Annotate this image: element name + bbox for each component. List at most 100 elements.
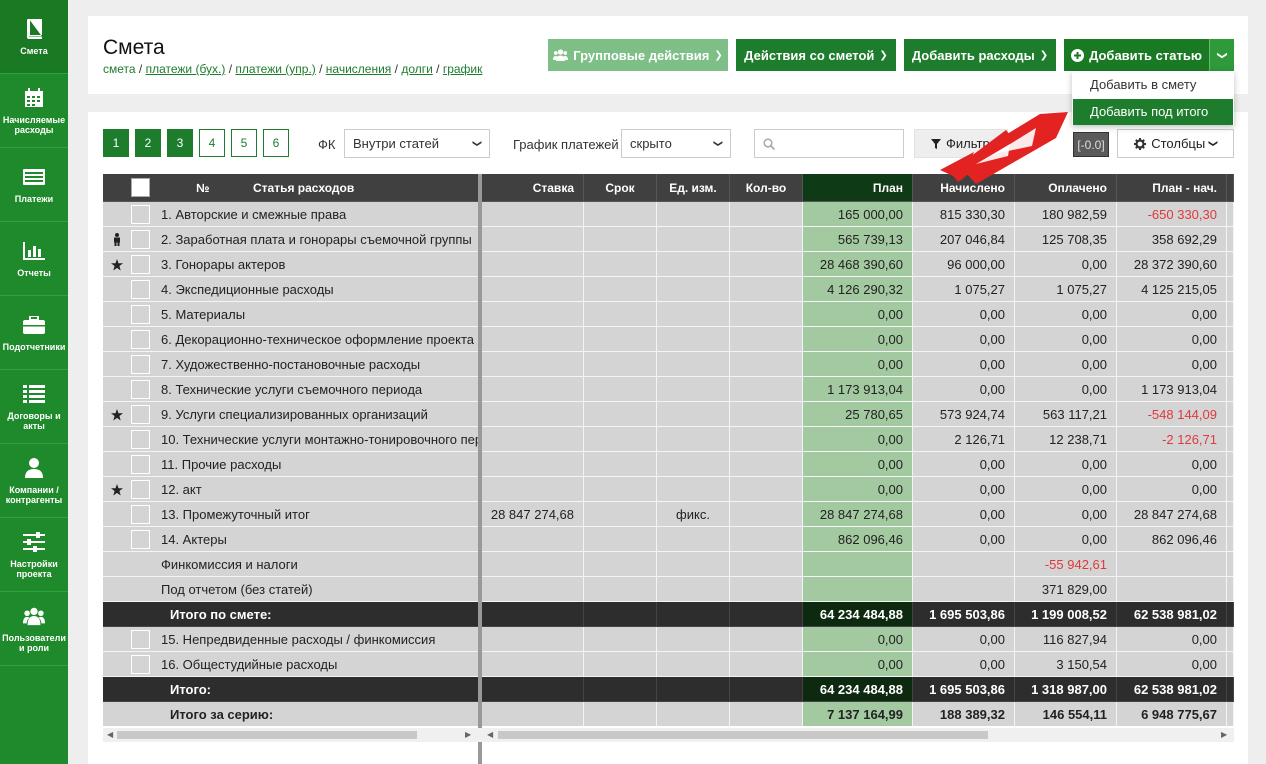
select-all-checkbox[interactable] <box>131 178 150 197</box>
page-button[interactable]: 1 <box>103 129 129 157</box>
breadcrumb-link[interactable]: график <box>443 62 483 76</box>
table-row[interactable]: 6. Декорационно-техническое оформление п… <box>103 327 1234 352</box>
sidebar-item[interactable]: Настройки проекта <box>0 518 68 592</box>
sidebar-item[interactable]: Компании / контрагенты <box>0 444 68 518</box>
row-checkbox[interactable] <box>131 305 150 324</box>
paid-cell: -55 942,61 <box>1015 552 1117 577</box>
sidebar-item[interactable]: Договоры и акты <box>0 370 68 444</box>
table-row[interactable]: 9. Услуги специализированных организаций… <box>103 402 1234 427</box>
extra-cell <box>1227 452 1234 477</box>
breadcrumb-link[interactable]: платежи (бух.) <box>146 62 226 76</box>
breadcrumb-link[interactable]: платежи (упр.) <box>235 62 315 76</box>
group-actions-button[interactable]: Групповые действия ❯ <box>548 39 728 71</box>
total-plan-minus-accrued: 62 538 981,02 <box>1117 602 1227 627</box>
table-row[interactable]: 12. акт 0,00 0,00 0,00 0,00 <box>103 477 1234 502</box>
plus-circle-icon <box>1071 48 1085 62</box>
row-checkbox[interactable] <box>131 430 150 449</box>
paid-cell: 0,00 <box>1015 527 1117 552</box>
unit-cell: фикс. <box>657 502 730 527</box>
page-button[interactable]: 6 <box>263 129 289 157</box>
article-cell: 5. Материалы <box>103 302 480 327</box>
add-article-button[interactable]: Добавить статью <box>1064 39 1209 71</box>
payment-schedule-select[interactable]: скрыто ❯ <box>621 129 731 158</box>
row-checkbox[interactable] <box>131 655 150 674</box>
left-scrollbar-thumb[interactable] <box>117 731 417 739</box>
table-row[interactable]: Под отчетом (без статей) 371 829,00 <box>103 577 1234 602</box>
table-row[interactable]: 15. Непредвиденные расходы / финкомиссия… <box>103 627 1234 652</box>
table-row[interactable]: 11. Прочие расходы 0,00 0,00 0,00 0,00 <box>103 452 1234 477</box>
page-button[interactable]: 2 <box>135 129 161 157</box>
sidebar-item[interactable]: Пользователи и роли <box>0 592 68 666</box>
fk-select[interactable]: Внутри статей ❯ <box>344 129 490 158</box>
sidebar-item[interactable]: Платежи <box>0 148 68 222</box>
table-row[interactable]: 10. Технические услуги монтажно-тонирово… <box>103 427 1234 452</box>
scroll-right-arrow-icon[interactable]: ▶ <box>465 728 471 742</box>
row-marker <box>103 277 131 301</box>
columns-button[interactable]: Столбцы ❯ <box>1117 129 1234 158</box>
row-checkbox[interactable] <box>131 480 150 499</box>
table-row[interactable]: 2. Заработная плата и гонорары съемочной… <box>103 227 1234 252</box>
table-row[interactable]: 4. Экспедиционные расходы 4 126 290,32 1 0… <box>103 277 1234 302</box>
table-row[interactable]: 16. Общестудийные расходы 0,00 0,00 3 150,5… <box>103 652 1234 677</box>
row-checkbox[interactable] <box>131 380 150 399</box>
unit-cell <box>657 302 730 327</box>
sidebar-item[interactable]: Подотчетники <box>0 296 68 370</box>
right-scrollbar-thumb[interactable] <box>498 731 988 739</box>
plan-cell: 862 096,46 <box>803 527 913 552</box>
row-checkbox[interactable] <box>131 455 150 474</box>
rate-cell <box>480 227 584 252</box>
table-row[interactable]: 14. Актеры 862 096,46 0,00 0,00 862 096,46 <box>103 527 1234 552</box>
add-article-dropdown-toggle[interactable]: ❯ <box>1209 39 1234 71</box>
total-paid: 146 554,11 <box>1015 702 1117 726</box>
scroll-right-arrow-icon[interactable]: ▶ <box>1221 728 1227 742</box>
qty-cell <box>730 377 803 402</box>
dropdown-item-add-to-estimate[interactable]: Добавить в смету <box>1073 72 1233 98</box>
breadcrumb-link[interactable]: начисления <box>326 62 392 76</box>
row-checkbox[interactable] <box>131 630 150 649</box>
row-checkbox[interactable] <box>131 205 150 224</box>
sidebar-item[interactable]: Начисляемые расходы <box>0 74 68 148</box>
frozen-column-divider[interactable] <box>478 174 482 764</box>
plan-cell: 165 000,00 <box>803 202 913 227</box>
row-checkbox[interactable] <box>131 330 150 349</box>
page-button[interactable]: 5 <box>231 129 257 157</box>
scroll-left-arrow-icon[interactable]: ◀ <box>107 728 113 742</box>
total-plan: 64 234 484,88 <box>803 677 913 702</box>
row-checkbox[interactable] <box>131 530 150 549</box>
qty-cell <box>730 527 803 552</box>
row-checkbox[interactable] <box>131 230 150 249</box>
accrued-cell: 0,00 <box>913 452 1015 477</box>
total-accrued: 1 695 503,86 <box>913 677 1015 702</box>
table-row[interactable]: 5. Материалы 0,00 0,00 0,00 0,00 <box>103 302 1234 327</box>
chevron-down-icon: ❯ <box>1039 49 1049 61</box>
add-expenses-button[interactable]: Добавить расходы ❯ <box>904 39 1056 71</box>
row-checkbox[interactable] <box>131 255 150 274</box>
table-row[interactable]: 3. Гонорары актеров 28 468 390,60 96 000,0… <box>103 252 1234 277</box>
search-input[interactable] <box>754 129 904 158</box>
scroll-left-arrow-icon[interactable]: ◀ <box>487 728 493 742</box>
estimate-actions-button[interactable]: Действия со сметой ❯ <box>736 39 896 71</box>
row-checkbox[interactable] <box>131 505 150 524</box>
breadcrumb-separator: / <box>225 62 236 76</box>
article-cell: 8. Технические услуги съемочного периода <box>103 377 480 402</box>
empty-cell <box>657 702 730 726</box>
dropdown-item-add-under-total[interactable]: Добавить под итого <box>1073 99 1233 125</box>
row-checkbox[interactable] <box>131 280 150 299</box>
sidebar-item[interactable]: Отчеты <box>0 222 68 296</box>
sidebar-item-label: Договоры и акты <box>7 410 61 431</box>
briefcase-icon <box>23 314 45 336</box>
row-checkbox[interactable] <box>131 355 150 374</box>
page-button[interactable]: 3 <box>167 129 193 157</box>
table-row[interactable]: 8. Технические услуги съемочного периода… <box>103 377 1234 402</box>
table-row[interactable]: 7. Художественно-постановочные расходы 0,… <box>103 352 1234 377</box>
row-checkbox[interactable] <box>131 405 150 424</box>
page-button[interactable]: 4 <box>199 129 225 157</box>
article-cell: 4. Экспедиционные расходы <box>103 277 480 302</box>
sidebar-item[interactable]: Смета <box>0 0 68 74</box>
table-row[interactable]: Финкомиссия и налоги -55 942,61 <box>103 552 1234 577</box>
breadcrumb-link[interactable]: долги <box>401 62 433 76</box>
sidebar-item-label: Платежи <box>14 193 54 204</box>
table-row[interactable]: 1. Авторские и смежные права 165 000,00 81… <box>103 202 1234 227</box>
paid-cell: 1 075,27 <box>1015 277 1117 302</box>
table-row[interactable]: 13. Промежуточный итог 28 847 274,68 фикс.… <box>103 502 1234 527</box>
